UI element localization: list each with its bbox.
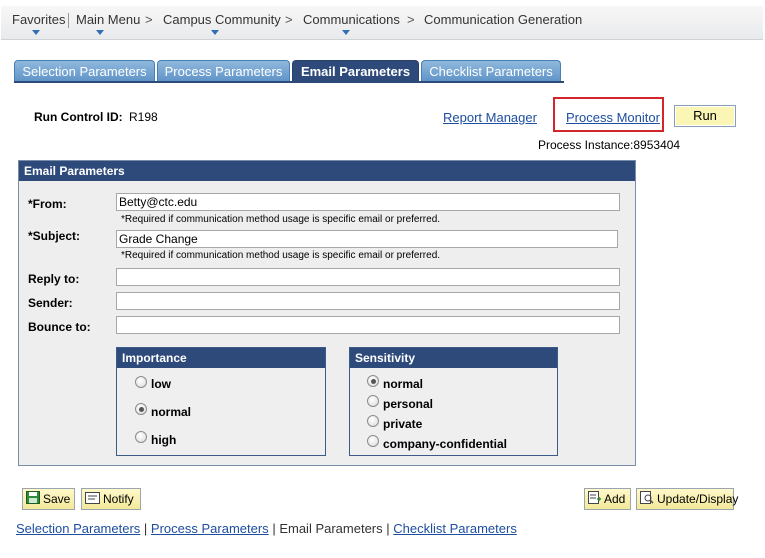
notify-label: Notify	[103, 492, 134, 506]
bounce-to-label: Bounce to:	[28, 320, 91, 334]
nav-main-menu[interactable]: Main Menu	[76, 12, 140, 27]
communications-dropdown-icon[interactable]	[342, 30, 350, 35]
sensitivity-private-label: private	[383, 417, 423, 431]
run-control-value: R198	[129, 110, 158, 124]
reply-to-label: Reply to:	[28, 272, 80, 286]
importance-normal-radio[interactable]	[135, 403, 147, 415]
process-instance: Process Instance:8953404	[538, 138, 681, 152]
nav-communications[interactable]: Communications	[303, 12, 400, 27]
report-manager-link[interactable]: Report Manager	[443, 110, 537, 125]
bottom-link-process-parameters[interactable]: Process Parameters	[151, 521, 269, 536]
save-icon	[26, 490, 40, 510]
from-label: *From:	[28, 197, 67, 211]
subject-field[interactable]: Grade Change	[116, 230, 618, 248]
update-display-icon	[640, 490, 654, 510]
importance-high-radio[interactable]	[135, 431, 147, 443]
favorites-dropdown-icon[interactable]	[32, 30, 40, 35]
update-display-label: Update/Display	[657, 492, 739, 506]
main-menu-dropdown-icon[interactable]	[96, 30, 104, 35]
sensitivity-company-confidential-label: company-confidential	[383, 437, 508, 451]
importance-low-radio[interactable]	[135, 376, 147, 388]
nav-campus-community[interactable]: Campus Community	[163, 12, 281, 27]
add-icon	[588, 490, 601, 510]
run-control-label: Run Control ID:	[34, 110, 123, 124]
bottom-page-links: Selection Parameters | Process Parameter…	[16, 521, 517, 536]
tab-process-parameters[interactable]: Process Parameters	[157, 60, 290, 82]
tab-selection-parameters[interactable]: Selection Parameters	[14, 60, 155, 82]
notify-icon	[85, 490, 100, 510]
tab-email-parameters[interactable]: Email Parameters	[292, 60, 419, 82]
bottom-link-selection-parameters[interactable]: Selection Parameters	[16, 521, 140, 536]
sensitivity-personal-label: personal	[383, 397, 434, 411]
sensitivity-normal-radio[interactable]	[367, 375, 379, 387]
run-button[interactable]: Run	[674, 105, 736, 127]
link-separator: |	[386, 521, 390, 536]
tab-checklist-parameters[interactable]: Checklist Parameters	[421, 60, 561, 82]
sensitivity-header: Sensitivity	[350, 348, 557, 368]
link-separator: |	[272, 521, 276, 536]
chevron-right-icon: >	[407, 12, 415, 27]
email-parameters-header: Email Parameters	[19, 161, 635, 181]
nav-divider	[68, 13, 69, 28]
tab-underline	[14, 81, 564, 83]
sensitivity-personal-radio[interactable]	[367, 395, 379, 407]
importance-normal-label: normal	[151, 405, 192, 419]
from-field[interactable]: Betty@ctc.edu	[116, 193, 620, 211]
process-monitor-link[interactable]: Process Monitor	[566, 110, 660, 125]
reply-to-field[interactable]	[116, 268, 620, 286]
subject-required-note: *Required if communication method usage …	[121, 250, 441, 261]
chevron-right-icon: >	[145, 12, 153, 27]
from-required-note: *Required if communication method usage …	[121, 214, 441, 225]
importance-high-label: high	[151, 433, 177, 447]
save-label: Save	[43, 492, 71, 506]
save-button[interactable]: Save	[22, 488, 75, 510]
add-button[interactable]: Add	[584, 488, 631, 510]
bottom-link-checklist-parameters[interactable]: Checklist Parameters	[393, 521, 517, 536]
nav-favorites[interactable]: Favorites	[12, 12, 65, 27]
sensitivity-private-radio[interactable]	[367, 415, 379, 427]
nav-communication-generation[interactable]: Communication Generation	[424, 12, 582, 27]
bounce-to-field[interactable]	[116, 316, 620, 334]
sensitivity-normal-label: normal	[383, 377, 424, 391]
importance-low-label: low	[151, 377, 171, 391]
subject-label: *Subject:	[28, 229, 81, 243]
link-separator: |	[143, 521, 148, 536]
sensitivity-company-confidential-radio[interactable]	[367, 435, 379, 447]
update-display-button[interactable]: Update/Display	[636, 488, 738, 510]
campus-community-dropdown-icon[interactable]	[211, 30, 219, 35]
sender-field[interactable]	[116, 292, 620, 310]
sender-label: Sender:	[28, 296, 73, 310]
bottom-current-email-parameters: Email Parameters	[279, 521, 383, 536]
chevron-right-icon: >	[285, 12, 293, 27]
notify-button[interactable]: Notify	[81, 488, 141, 510]
add-label: Add	[604, 492, 626, 506]
importance-header: Importance	[117, 348, 325, 368]
